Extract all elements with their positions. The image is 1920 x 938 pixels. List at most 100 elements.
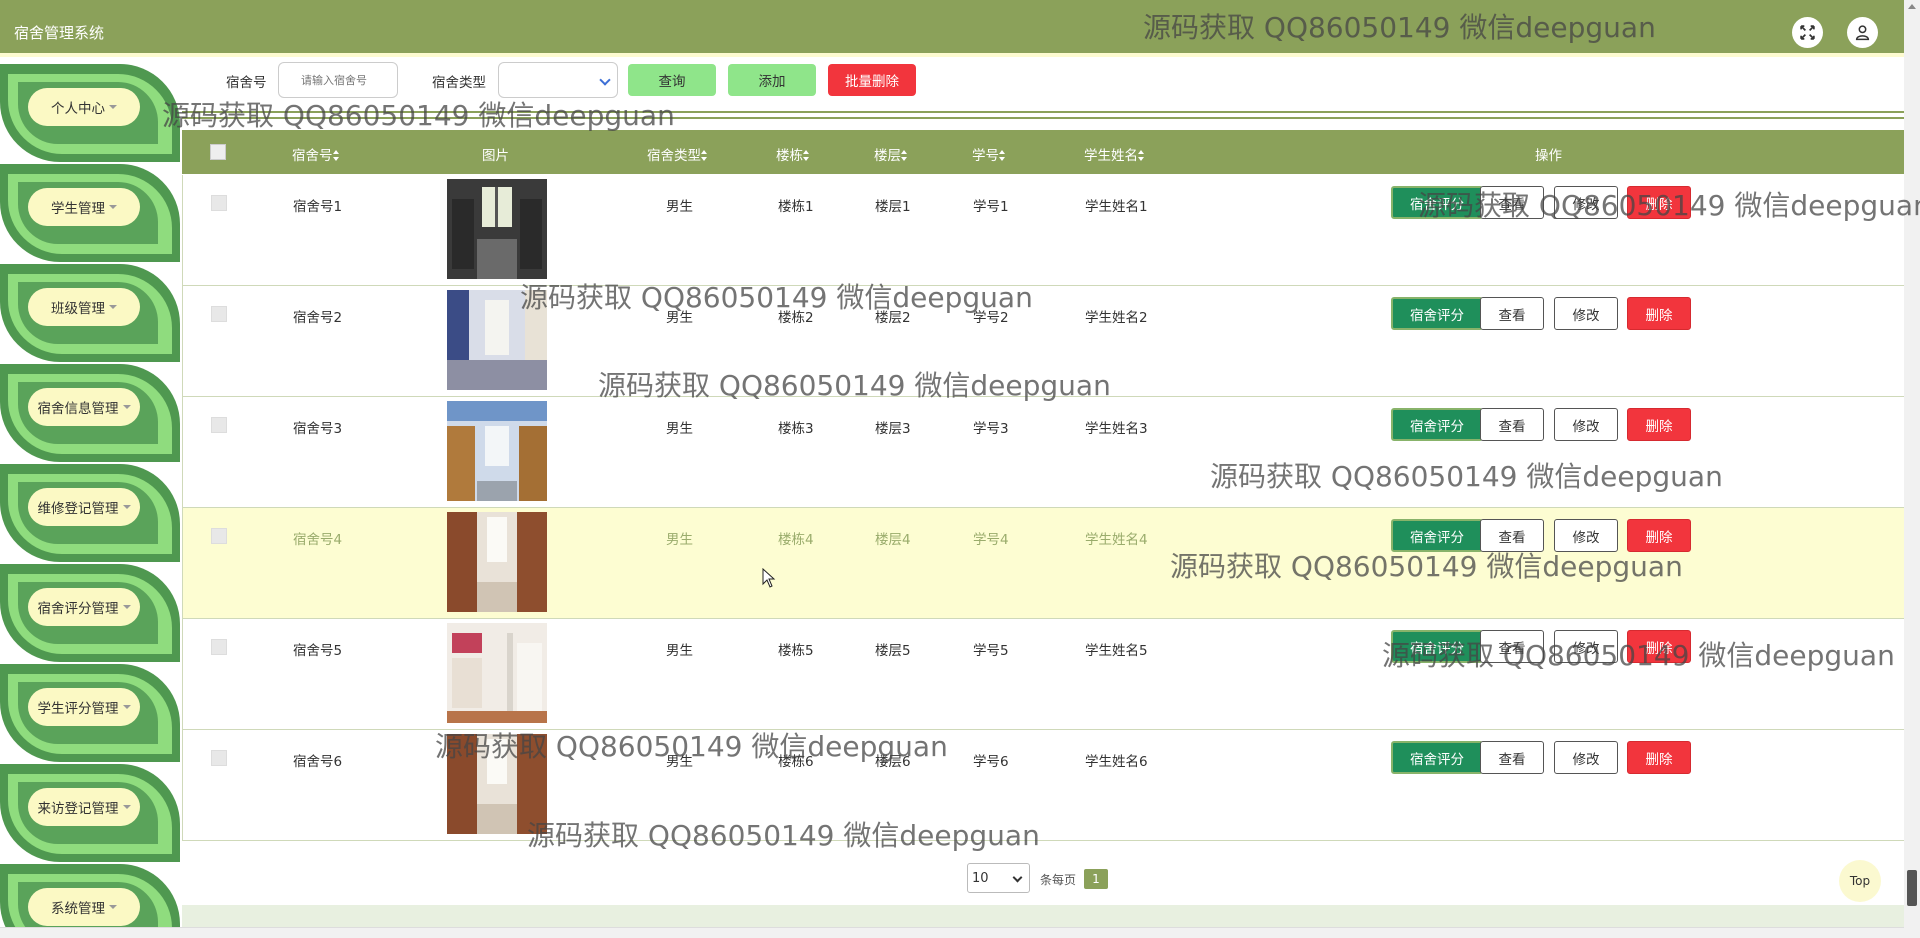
sort-icon[interactable] bbox=[1138, 150, 1145, 161]
vertical-scrollbar[interactable] bbox=[1904, 0, 1920, 938]
header-floor[interactable]: 楼层 bbox=[874, 144, 908, 164]
batch-delete-button[interactable]: 批量删除 bbox=[828, 64, 916, 96]
row-checkbox[interactable] bbox=[211, 417, 227, 433]
query-button[interactable]: 查询 bbox=[628, 64, 716, 96]
sidebar-item-repair-registration[interactable]: 维修登记管理 bbox=[0, 464, 180, 562]
header-student-name[interactable]: 学生姓名 bbox=[1084, 144, 1145, 164]
sidebar-item-student-management[interactable]: 学生管理 bbox=[0, 164, 180, 262]
evaluate-button[interactable]: 宿舍评分 bbox=[1391, 186, 1483, 219]
sidebar-item-label: 来访登记管理 bbox=[37, 801, 119, 817]
table-row: 宿舍号2 男生 楼栋2 楼层2 学号2 学生姓名2 宿舍评分 查看 修改 删除 bbox=[182, 286, 1904, 397]
cell-room: 宿舍号6 bbox=[293, 754, 343, 770]
dorm-image bbox=[447, 290, 547, 390]
view-button[interactable]: 查看 bbox=[1480, 519, 1544, 552]
row-checkbox[interactable] bbox=[211, 750, 227, 766]
scrollbar-thumb[interactable] bbox=[1907, 870, 1917, 906]
table-header: 宿舍号 图片 宿舍类型 楼栋 楼层 学号 学生姓名 操作 bbox=[182, 130, 1904, 174]
sidebar-item-personal-center[interactable]: 个人中心 bbox=[0, 64, 180, 162]
sort-icon[interactable] bbox=[701, 150, 708, 161]
chevron-down-icon bbox=[109, 905, 117, 909]
evaluate-button[interactable]: 宿舍评分 bbox=[1391, 297, 1483, 330]
row-checkbox[interactable] bbox=[211, 639, 227, 655]
cell-room: 宿舍号3 bbox=[293, 421, 343, 437]
per-page-label: 条每页 bbox=[1040, 873, 1077, 887]
chevron-down-icon bbox=[599, 74, 611, 86]
page-number-button[interactable]: 1 bbox=[1084, 869, 1108, 889]
page-size-value: 10 bbox=[972, 871, 989, 886]
fullscreen-icon[interactable] bbox=[1792, 17, 1823, 48]
chevron-down-icon bbox=[1012, 872, 1023, 883]
edit-button[interactable]: 修改 bbox=[1554, 186, 1618, 219]
evaluate-button[interactable]: 宿舍评分 bbox=[1391, 519, 1483, 552]
cell-building: 楼栋1 bbox=[778, 199, 814, 215]
cell-floor: 楼层6 bbox=[875, 754, 911, 770]
view-button[interactable]: 查看 bbox=[1480, 630, 1544, 663]
type-select[interactable] bbox=[498, 62, 618, 98]
header-student-no[interactable]: 学号 bbox=[972, 144, 1006, 164]
header-room[interactable]: 宿舍号 bbox=[292, 144, 340, 164]
view-button[interactable]: 查看 bbox=[1480, 186, 1544, 219]
sidebar-item-dorm-rating[interactable]: 宿舍评分管理 bbox=[0, 564, 180, 662]
cell-building: 楼栋6 bbox=[778, 754, 814, 770]
sort-icon[interactable] bbox=[803, 150, 810, 161]
chevron-down-icon bbox=[122, 705, 131, 709]
user-icon[interactable] bbox=[1847, 17, 1878, 48]
delete-button[interactable]: 删除 bbox=[1627, 630, 1691, 663]
cell-type: 男生 bbox=[666, 199, 693, 215]
sidebar-item-label: 班级管理 bbox=[51, 301, 105, 317]
mouse-cursor-icon bbox=[762, 568, 776, 588]
chevron-down-icon bbox=[109, 305, 117, 309]
evaluate-button[interactable]: 宿舍评分 bbox=[1391, 741, 1483, 774]
sidebar-item-visitor-registration[interactable]: 来访登记管理 bbox=[0, 764, 180, 862]
add-button[interactable]: 添加 bbox=[728, 64, 816, 96]
cell-floor: 楼层3 bbox=[875, 421, 911, 437]
header-building[interactable]: 楼栋 bbox=[776, 144, 810, 164]
header-type[interactable]: 宿舍类型 bbox=[647, 144, 708, 164]
table-row: 宿舍号6 男生 楼栋6 楼层6 学号6 学生姓名6 宿舍评分 查看 修改 删除 bbox=[182, 730, 1904, 841]
delete-button[interactable]: 删除 bbox=[1627, 741, 1691, 774]
delete-button[interactable]: 删除 bbox=[1627, 297, 1691, 330]
sidebar-item-student-rating[interactable]: 学生评分管理 bbox=[0, 664, 180, 762]
cell-type: 男生 bbox=[666, 643, 693, 659]
evaluate-button[interactable]: 宿舍评分 bbox=[1391, 408, 1483, 441]
view-button[interactable]: 查看 bbox=[1480, 741, 1544, 774]
chevron-down-icon bbox=[122, 405, 131, 409]
delete-button[interactable]: 删除 bbox=[1627, 519, 1691, 552]
delete-button[interactable]: 删除 bbox=[1627, 186, 1691, 219]
scroll-up-icon[interactable] bbox=[1908, 4, 1916, 9]
back-to-top-button[interactable]: Top bbox=[1839, 860, 1881, 902]
view-button[interactable]: 查看 bbox=[1480, 408, 1544, 441]
page-size-select[interactable]: 10 bbox=[967, 863, 1030, 893]
sort-icon[interactable] bbox=[999, 150, 1006, 161]
evaluate-button[interactable]: 宿舍评分 bbox=[1391, 630, 1483, 663]
dorm-image bbox=[447, 734, 547, 834]
edit-button[interactable]: 修改 bbox=[1554, 408, 1618, 441]
cell-student-no: 学号5 bbox=[973, 643, 1009, 659]
sort-icon[interactable] bbox=[901, 150, 908, 161]
select-all-checkbox[interactable] bbox=[210, 144, 226, 160]
edit-button[interactable]: 修改 bbox=[1554, 519, 1618, 552]
edit-button[interactable]: 修改 bbox=[1554, 630, 1618, 663]
sort-icon[interactable] bbox=[332, 150, 340, 161]
delete-button[interactable]: 删除 bbox=[1627, 408, 1691, 441]
cell-type: 男生 bbox=[666, 532, 693, 548]
chevron-down-icon bbox=[122, 805, 131, 809]
cell-room: 宿舍号2 bbox=[293, 310, 343, 326]
row-checkbox[interactable] bbox=[211, 528, 227, 544]
view-button[interactable]: 查看 bbox=[1480, 297, 1544, 330]
cell-building: 楼栋3 bbox=[778, 421, 814, 437]
row-checkbox[interactable] bbox=[211, 195, 227, 211]
horizontal-scrollbar[interactable] bbox=[0, 927, 1920, 938]
cell-type: 男生 bbox=[666, 754, 693, 770]
header-actions: 操作 bbox=[1535, 148, 1562, 164]
row-checkbox[interactable] bbox=[211, 306, 227, 322]
header-strip bbox=[0, 53, 1904, 57]
sidebar-item-class-management[interactable]: 班级管理 bbox=[0, 264, 180, 362]
room-search-input[interactable] bbox=[278, 62, 398, 98]
edit-button[interactable]: 修改 bbox=[1554, 297, 1618, 330]
cell-student-no: 学号6 bbox=[973, 754, 1009, 770]
edit-button[interactable]: 修改 bbox=[1554, 741, 1618, 774]
cell-student-no: 学号2 bbox=[973, 310, 1009, 326]
cell-room: 宿舍号5 bbox=[293, 643, 343, 659]
sidebar-item-dorm-info[interactable]: 宿舍信息管理 bbox=[0, 364, 180, 462]
